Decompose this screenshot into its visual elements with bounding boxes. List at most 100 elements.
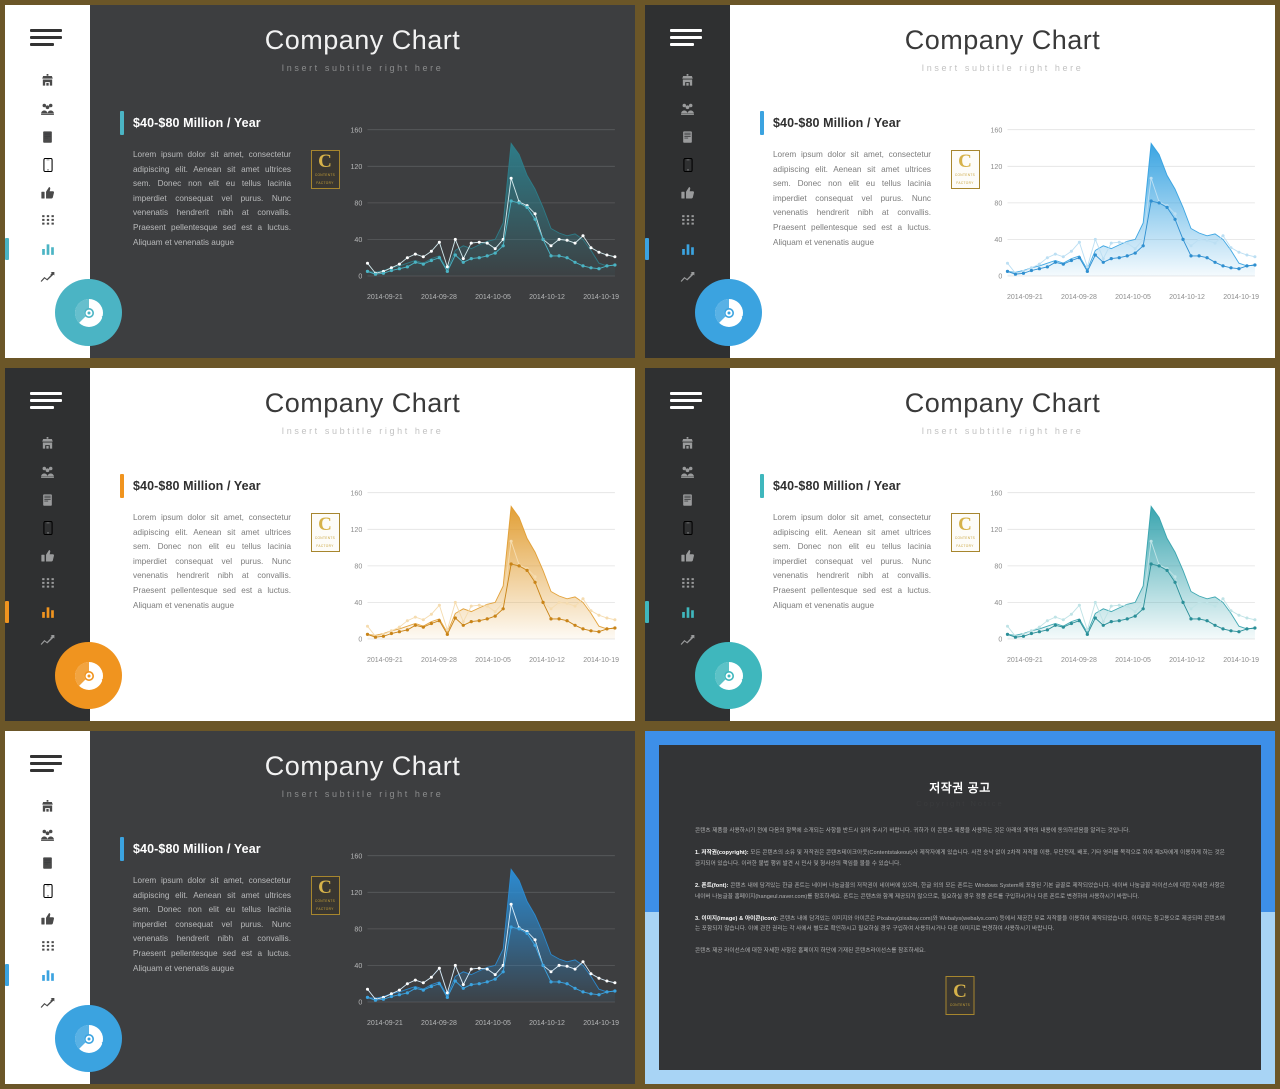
sidebar-nav <box>5 793 90 1017</box>
sidebar-item-grid[interactable] <box>645 207 730 235</box>
sidebar-item-thumbs-up[interactable] <box>5 905 90 933</box>
line-chart-icon[interactable] <box>680 271 695 283</box>
sidebar-item-mobile[interactable] <box>5 877 90 905</box>
disc-icon[interactable] <box>695 642 762 709</box>
people-icon[interactable] <box>680 102 695 116</box>
sidebar-item-book[interactable] <box>5 849 90 877</box>
disc-icon[interactable] <box>55 279 122 346</box>
menu-icon[interactable] <box>670 29 702 49</box>
sidebar-item-book[interactable] <box>5 486 90 514</box>
sidebar-item-people[interactable] <box>645 95 730 123</box>
sidebar-item-bar-chart[interactable] <box>645 598 730 626</box>
thumbs-up-icon[interactable] <box>40 912 55 926</box>
sidebar-item-thumbs-up[interactable] <box>645 179 730 207</box>
slide-deck: Company Chart Insert subtitle right here… <box>0 0 1280 1089</box>
sidebar-item-store[interactable] <box>5 793 90 821</box>
mobile-icon[interactable] <box>42 158 53 172</box>
grid-icon[interactable] <box>681 214 695 228</box>
disc-icon[interactable] <box>55 1005 122 1072</box>
line-chart-icon[interactable] <box>40 634 55 646</box>
slide-content: Company Chart Insert subtitle right here… <box>90 731 635 1084</box>
sidebar-item-grid[interactable] <box>5 207 90 235</box>
mobile-icon[interactable] <box>682 521 693 535</box>
bar-chart-icon[interactable] <box>41 242 55 256</box>
sidebar-item-people[interactable] <box>5 458 90 486</box>
grid-icon[interactable] <box>41 214 55 228</box>
bar-chart-icon[interactable] <box>681 605 695 619</box>
line-chart-icon[interactable] <box>680 634 695 646</box>
thumbs-up-icon[interactable] <box>40 549 55 563</box>
accent-bar <box>120 837 124 861</box>
book-icon[interactable] <box>41 856 54 870</box>
mobile-icon[interactable] <box>42 884 53 898</box>
sidebar-item-bar-chart[interactable] <box>5 598 90 626</box>
thumbs-up-icon[interactable] <box>40 186 55 200</box>
thumbs-up-icon[interactable] <box>680 549 695 563</box>
bar-chart-icon[interactable] <box>681 242 695 256</box>
bar-chart-icon[interactable] <box>41 605 55 619</box>
mobile-icon[interactable] <box>42 521 53 535</box>
grid-icon[interactable] <box>41 577 55 591</box>
sidebar-item-grid[interactable] <box>5 570 90 598</box>
sidebar-item-people[interactable] <box>5 95 90 123</box>
people-icon[interactable] <box>40 102 55 116</box>
line-chart-icon[interactable] <box>40 997 55 1009</box>
store-icon[interactable] <box>40 74 55 88</box>
grid-icon[interactable] <box>41 940 55 954</box>
slide-slot: 저작권 공고 Copyright Notice 콘텐츠 제품을 사용하시기 전에… <box>640 726 1280 1089</box>
sidebar-item-bar-chart[interactable] <box>5 235 90 263</box>
page-title: Company Chart <box>264 388 461 418</box>
sidebar-item-thumbs-up[interactable] <box>645 542 730 570</box>
sidebar-item-bar-chart[interactable] <box>645 235 730 263</box>
sidebar-item-mobile[interactable] <box>645 151 730 179</box>
sidebar-item-mobile[interactable] <box>5 151 90 179</box>
slide-panel-v2: Company Chart Insert subtitle right here… <box>645 5 1275 358</box>
sidebar-item-mobile[interactable] <box>645 514 730 542</box>
book-icon[interactable] <box>681 130 694 144</box>
sidebar-item-bar-chart[interactable] <box>5 961 90 989</box>
sidebar-item-book[interactable] <box>5 123 90 151</box>
sidebar-item-people[interactable] <box>645 458 730 486</box>
sidebar-item-store[interactable] <box>645 430 730 458</box>
store-icon[interactable] <box>680 437 695 451</box>
sidebar-item-people[interactable] <box>5 821 90 849</box>
headline-row: $40-$80 Million / Year <box>760 473 945 499</box>
store-icon[interactable] <box>40 437 55 451</box>
mobile-icon[interactable] <box>682 158 693 172</box>
sidebar-item-store[interactable] <box>645 67 730 95</box>
sidebar-item-store[interactable] <box>5 67 90 95</box>
text-column: $40-$80 Million / Year Lorem ipsum dolor… <box>730 110 945 348</box>
disc-icon[interactable] <box>55 642 122 709</box>
store-icon[interactable] <box>680 74 695 88</box>
thumbs-up-icon[interactable] <box>680 186 695 200</box>
people-icon[interactable] <box>40 465 55 479</box>
bar-chart-icon[interactable] <box>41 968 55 982</box>
sidebar-item-book[interactable] <box>645 486 730 514</box>
menu-icon[interactable] <box>30 392 62 412</box>
menu-icon[interactable] <box>30 29 62 49</box>
people-icon[interactable] <box>40 828 55 842</box>
people-icon[interactable] <box>680 465 695 479</box>
book-icon[interactable] <box>41 130 54 144</box>
slide-panel-v5: Company Chart Insert subtitle right here… <box>5 731 635 1084</box>
disc-icon[interactable] <box>695 279 762 346</box>
line-chart-icon[interactable] <box>40 271 55 283</box>
sidebar-item-thumbs-up[interactable] <box>5 179 90 207</box>
menu-icon[interactable] <box>670 392 702 412</box>
copyright-panel: 저작권 공고 Copyright Notice 콘텐츠 제품을 사용하시기 전에… <box>645 731 1275 1084</box>
grid-icon[interactable] <box>681 577 695 591</box>
sidebar-item-mobile[interactable] <box>5 514 90 542</box>
svg-text:160: 160 <box>350 127 362 134</box>
slide-panel-v3: Company Chart Insert subtitle right here… <box>5 368 635 721</box>
sidebar-item-thumbs-up[interactable] <box>5 542 90 570</box>
sidebar-item-grid[interactable] <box>5 933 90 961</box>
sidebar-item-grid[interactable] <box>645 570 730 598</box>
menu-icon[interactable] <box>30 755 62 775</box>
copyright-body: 콘텐츠 제품을 사용하시기 전에 다음의 항목에 소개되는 사항을 반드시 읽어… <box>695 826 1225 1015</box>
book-icon[interactable] <box>681 493 694 507</box>
sidebar-item-store[interactable] <box>5 430 90 458</box>
book-icon[interactable] <box>41 493 54 507</box>
sidebar-item-book[interactable] <box>645 123 730 151</box>
sidebar-nav <box>645 67 730 291</box>
store-icon[interactable] <box>40 800 55 814</box>
